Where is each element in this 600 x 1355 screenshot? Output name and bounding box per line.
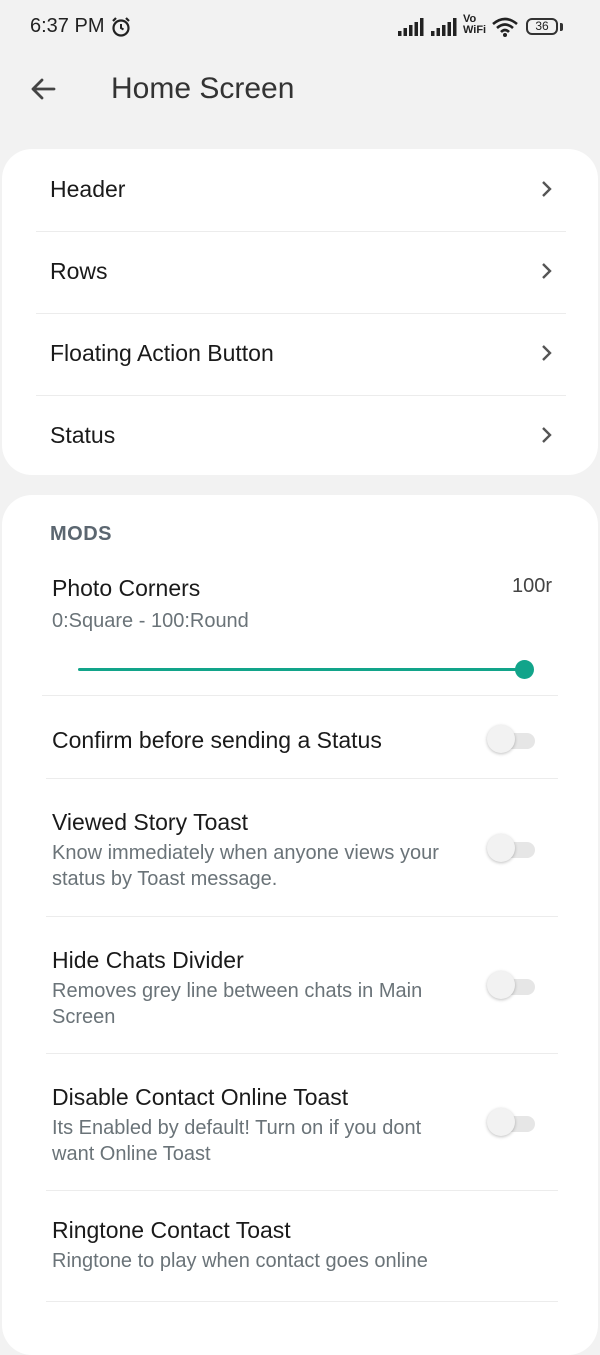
nav-item-rows[interactable]: Rows bbox=[36, 231, 566, 314]
vowifi-indicator: Vo WiFi bbox=[463, 13, 487, 36]
toggle-knob bbox=[487, 971, 515, 999]
disable-online-toast-toggle[interactable] bbox=[487, 1108, 535, 1136]
pref-subtitle: Ringtone to play when contact goes onlin… bbox=[52, 1250, 428, 1272]
chevron-right-icon bbox=[542, 427, 552, 443]
nav-item-status[interactable]: Status bbox=[36, 395, 566, 477]
pref-ringtone-contact-toast[interactable]: Ringtone Contact Toast Ringtone to play … bbox=[46, 1191, 558, 1302]
hide-chats-divider-toggle[interactable] bbox=[487, 971, 535, 999]
status-time: 6:37 PM bbox=[30, 15, 105, 37]
photo-corners-value: 100r bbox=[511, 575, 552, 597]
pref-title: Disable Contact Online Toast bbox=[52, 1084, 349, 1110]
pref-title: Hide Chats Divider bbox=[52, 947, 244, 973]
chevron-right-icon bbox=[542, 181, 552, 197]
battery-icon: 36 bbox=[526, 18, 558, 35]
photo-corners-slider-thumb[interactable] bbox=[515, 660, 534, 679]
toggle-knob bbox=[487, 725, 515, 753]
confirm-status-toggle[interactable] bbox=[487, 725, 535, 753]
pref-subtitle: Its Enabled by default! Turn on if you d… bbox=[52, 1117, 422, 1165]
pref-subtitle: Know immediately when anyone views your … bbox=[52, 842, 439, 890]
nav-item-floating-action-button[interactable]: Floating Action Button bbox=[36, 313, 566, 396]
toolbar: Home Screen bbox=[0, 56, 600, 126]
toggle-knob bbox=[487, 1108, 515, 1136]
nav-item-label: Status bbox=[50, 422, 116, 448]
pref-disable-online-toast[interactable]: Disable Contact Online Toast Its Enabled… bbox=[46, 1054, 558, 1191]
photo-corners-slider-track[interactable] bbox=[78, 668, 524, 671]
viewed-story-toast-toggle[interactable] bbox=[487, 834, 535, 862]
section-title: MODS bbox=[50, 523, 112, 545]
status-bar: 6:37 PM Vo WiFi 36 bbox=[0, 0, 600, 56]
chevron-right-icon bbox=[542, 263, 552, 279]
wifi-icon bbox=[492, 17, 518, 37]
nav-item-label: Floating Action Button bbox=[50, 340, 274, 366]
chevron-right-icon bbox=[542, 345, 552, 361]
alarm-icon bbox=[112, 17, 130, 37]
mods-card: MODS Photo Corners 100r 0:Square - 100:R… bbox=[2, 495, 598, 1355]
photo-corners-subtitle: 0:Square - 100:Round bbox=[52, 610, 249, 632]
pref-title: Confirm before sending a Status bbox=[52, 727, 382, 753]
pref-title: Ringtone Contact Toast bbox=[52, 1217, 291, 1243]
pref-hide-chats-divider[interactable]: Hide Chats Divider Removes grey line bet… bbox=[46, 917, 558, 1054]
pref-title: Viewed Story Toast bbox=[52, 809, 249, 835]
page-title: Home Screen bbox=[111, 72, 295, 105]
pref-viewed-story-toast[interactable]: Viewed Story Toast Know immediately when… bbox=[46, 779, 558, 917]
back-arrow-icon[interactable] bbox=[28, 74, 58, 104]
nav-item-header[interactable]: Header bbox=[36, 149, 566, 232]
cell-signal-icon bbox=[398, 18, 424, 36]
toggle-knob bbox=[487, 834, 515, 862]
photo-corners-setting: Photo Corners 100r 0:Square - 100:Round bbox=[42, 567, 558, 696]
photo-corners-title: Photo Corners bbox=[52, 575, 201, 601]
nav-item-label: Header bbox=[50, 176, 126, 202]
cell-signal-icon bbox=[431, 18, 457, 36]
pref-subtitle: Removes grey line between chats in Main … bbox=[52, 980, 423, 1028]
nav-item-label: Rows bbox=[50, 258, 108, 284]
pref-confirm-status[interactable]: Confirm before sending a Status bbox=[46, 696, 558, 779]
settings-nav-card: Header Rows Floating Action Button Statu… bbox=[2, 149, 598, 475]
battery-tip bbox=[560, 23, 563, 31]
